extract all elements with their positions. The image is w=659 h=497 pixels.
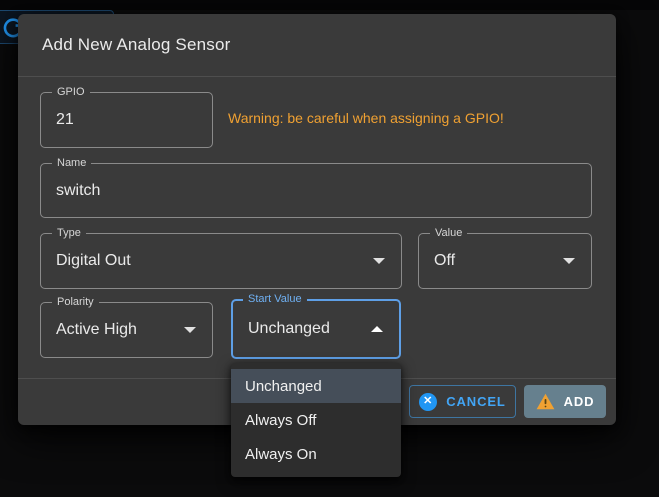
add-button[interactable]: ADD	[524, 385, 606, 418]
chevron-down-icon	[373, 258, 385, 264]
chevron-down-icon	[184, 327, 196, 333]
start-value-menu: Unchanged Always Off Always On	[231, 363, 401, 477]
cancel-button-label: CANCEL	[446, 394, 506, 409]
menu-item-always-on[interactable]: Always On	[231, 437, 401, 471]
dialog-header: Add New Analog Sensor	[18, 14, 616, 77]
type-select[interactable]: Type Digital Out	[40, 233, 402, 289]
start-value-select[interactable]: Start Value Unchanged	[231, 299, 401, 359]
background-topbar	[0, 0, 659, 10]
polarity-select[interactable]: Polarity Active High	[40, 302, 213, 358]
type-select-value: Digital Out	[41, 252, 401, 270]
value-select-label: Value	[430, 227, 467, 240]
close-circle-icon: ✕	[419, 393, 437, 411]
gpio-input[interactable]	[41, 111, 212, 129]
gpio-field-label: GPIO	[52, 86, 90, 99]
gpio-warning-text: Warning: be careful when assigning a GPI…	[228, 110, 504, 126]
dialog-title: Add New Analog Sensor	[42, 35, 231, 55]
name-input[interactable]	[41, 182, 591, 200]
start-value-select-label: Start Value	[243, 293, 307, 306]
chevron-down-icon	[563, 258, 575, 264]
chevron-up-icon	[371, 326, 383, 332]
value-select[interactable]: Value Off	[418, 233, 592, 289]
warning-triangle-icon	[536, 393, 555, 410]
add-button-label: ADD	[564, 394, 595, 409]
menu-item-unchanged[interactable]: Unchanged	[231, 369, 401, 403]
polarity-select-label: Polarity	[52, 296, 99, 309]
cancel-button[interactable]: ✕ CANCEL	[409, 385, 516, 418]
gpio-field[interactable]: GPIO	[40, 92, 213, 148]
name-field[interactable]: Name	[40, 163, 592, 218]
menu-item-always-off[interactable]: Always Off	[231, 403, 401, 437]
type-select-label: Type	[52, 227, 86, 240]
name-field-label: Name	[52, 157, 91, 170]
